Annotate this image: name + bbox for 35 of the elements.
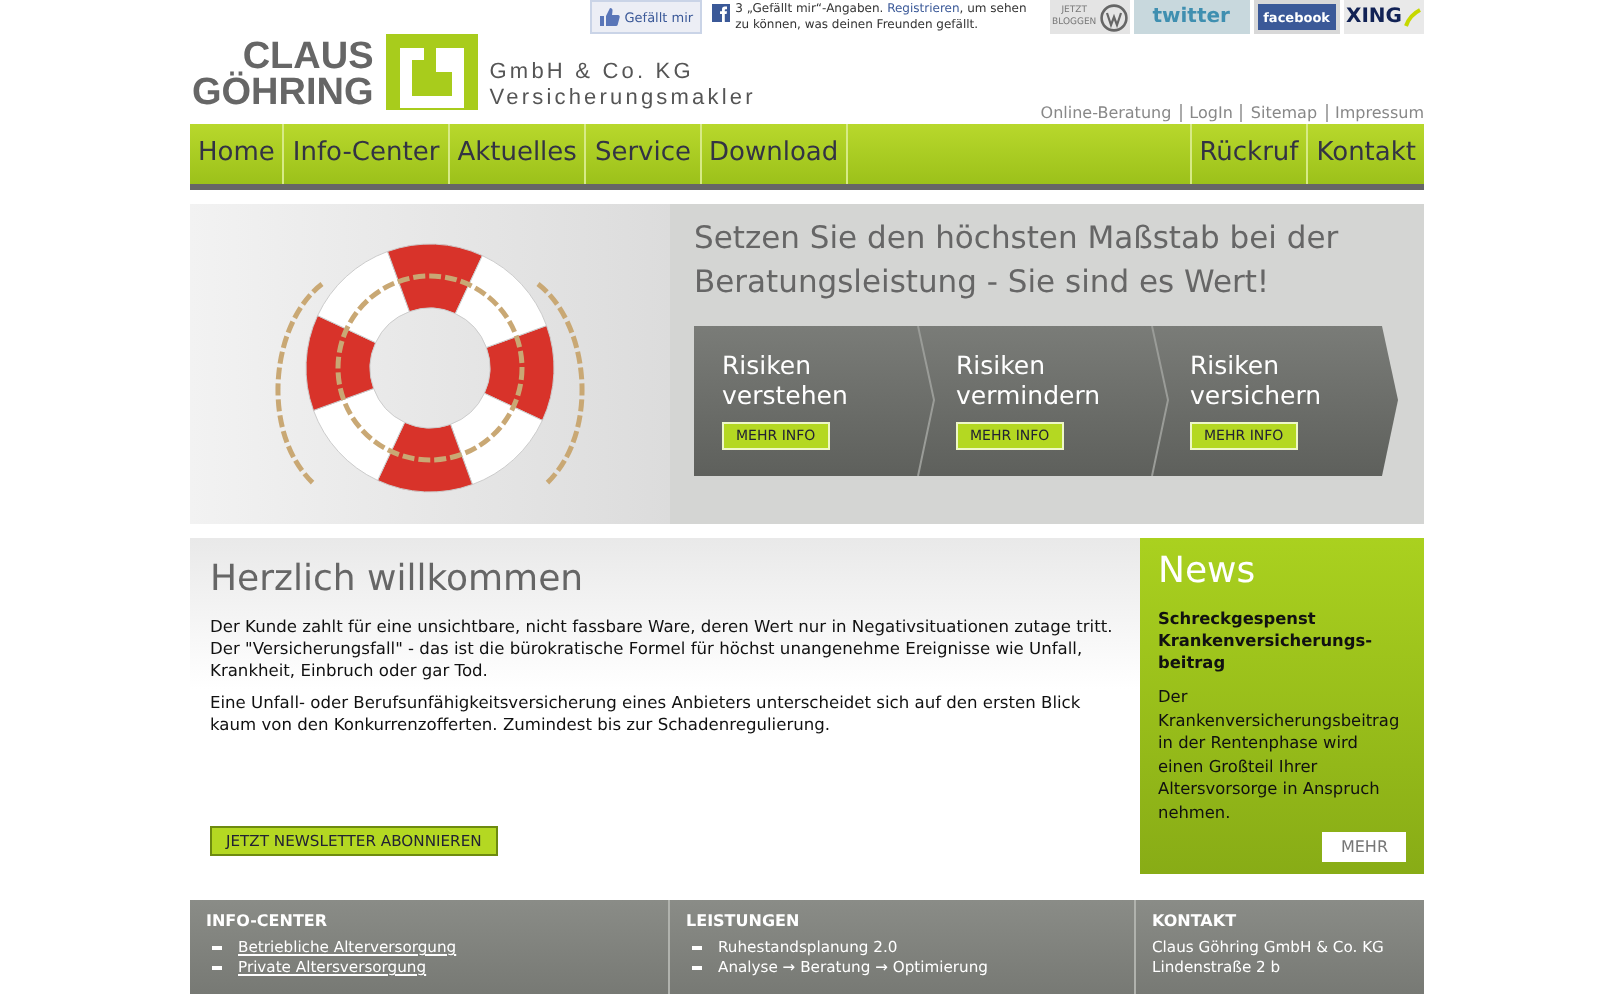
top-link[interactable]: Sitemap [1240, 104, 1326, 122]
nav-item[interactable]: Kontakt [1306, 124, 1424, 184]
top-link[interactable]: Impressum [1325, 104, 1424, 122]
footer-heading: LEISTUNGEN [686, 912, 802, 930]
nav-item[interactable]: Home [190, 124, 285, 184]
logo-name-text: GÖHRING [192, 76, 374, 112]
logo-icon [385, 34, 478, 110]
hero-headline: Setzen Sie den höchsten Maßstab bei der Beratungsleistung - Sie sind es Wert! [694, 218, 1341, 304]
facebook-icon [711, 4, 730, 22]
logo-name-text: CLAUS [242, 40, 374, 76]
welcome-heading: Herzlich willkommen [210, 558, 584, 600]
xing-badge[interactable]: XING [1344, 0, 1424, 34]
wordpress-icon [1100, 3, 1129, 31]
company-text: Versicherungsmakler [489, 86, 756, 112]
footer-heading: INFO-CENTER [206, 912, 330, 930]
footer-heading: KONTAKT [1152, 912, 1239, 930]
thumbs-up-icon [598, 6, 621, 28]
nav-item[interactable]: Service [586, 124, 701, 184]
nav-item[interactable]: Aktuelles [449, 124, 587, 184]
step-title: Risiken verstehen [722, 350, 850, 410]
paragraph: Eine Unfall- oder Berufsunfähigkeitsversicherung eines Anbieters unterscheidet sich auf den ersten Blick kaum von den Konkurrenzofferten. Zumindest bis zur Schadenregulierung. [210, 692, 1083, 736]
step-title: Risiken vermindern [956, 350, 1103, 410]
top-link[interactable]: Online-Beratung [1032, 104, 1180, 122]
nav-item[interactable]: Download [701, 124, 849, 184]
company-text: GmbH & Co. KG [489, 60, 696, 86]
top-link[interactable]: LogIn [1179, 104, 1241, 122]
news-heading: News [1158, 550, 1258, 592]
step-title: Risiken versichern [1190, 350, 1324, 410]
more-button[interactable]: MEHR [1322, 832, 1406, 862]
nav-item[interactable]: Rückruf [1189, 124, 1307, 184]
swoosh-icon [1402, 7, 1422, 27]
paragraph: Der Kunde zahlt für eine unsichtbare, nicht fassbare Ware, deren Wert nur in Negativsituationen zutage tritt. Der "Versicherungsfall" - das ist die bürokratische Formel für höchst unangenehme Ereignisse wie Unfall, Krankheit, Einbruch oder gar Tod. [210, 616, 1115, 682]
news-text: Der Krankenversicherungsbeitrag in der Rentenphase wird einen Großteil Ihrer Altersvorsorge in Anspruch nehmen. [1158, 686, 1402, 824]
nav-item[interactable]: Info-Center [284, 124, 450, 184]
news-headline: Schreckgespenst Krankenversicherungs-beitrag [1158, 608, 1375, 674]
